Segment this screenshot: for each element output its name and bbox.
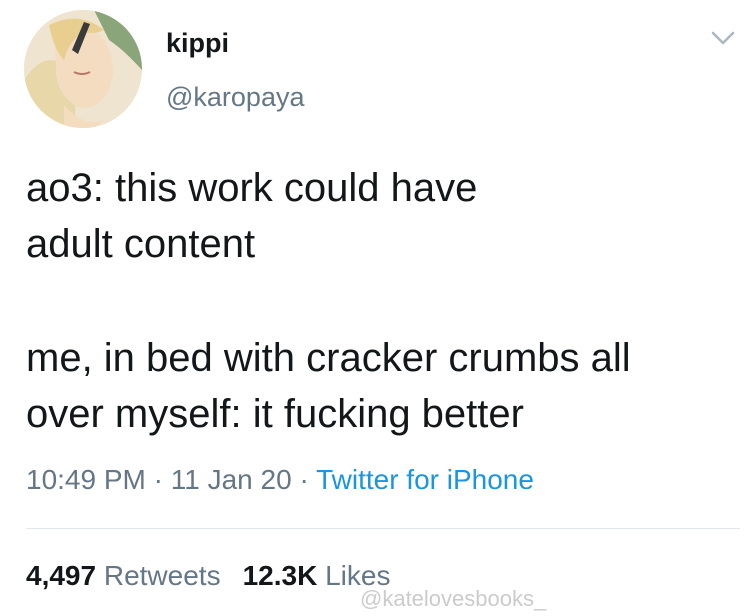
tweet-text: ao3: this work could have adult content … bbox=[26, 160, 736, 442]
tweet-text-line: me, in bed with cracker crumbs all bbox=[26, 336, 631, 380]
tweet-source-link[interactable]: Twitter for iPhone bbox=[316, 464, 534, 495]
retweets-count: 4,497 bbox=[26, 560, 97, 591]
tweet-meta: 10:49 PM · 11 Jan 20 · Twitter for iPhon… bbox=[26, 464, 534, 496]
chevron-down-icon[interactable] bbox=[710, 28, 736, 48]
tweet-date[interactable]: 11 Jan 20 bbox=[171, 464, 292, 495]
meta-separator: · bbox=[153, 464, 163, 495]
display-name[interactable]: kippi bbox=[166, 28, 229, 59]
tweet-text-line: over myself: it fucking better bbox=[26, 392, 524, 436]
tweet-text-line: ao3: this work could have bbox=[26, 166, 478, 210]
divider bbox=[26, 528, 740, 529]
avatar[interactable] bbox=[24, 10, 142, 128]
tweet-time[interactable]: 10:49 PM bbox=[26, 464, 146, 495]
tweet-text-line: adult content bbox=[26, 222, 256, 266]
likes-count: 12.3K bbox=[242, 560, 318, 591]
retweets-stat[interactable]: 4,497 Retweets bbox=[26, 560, 221, 591]
meta-separator: · bbox=[299, 464, 309, 495]
watermark: @katelovesbooks_ bbox=[360, 586, 547, 611]
retweets-label: Retweets bbox=[103, 560, 221, 591]
avatar-illustration bbox=[24, 10, 142, 128]
user-handle[interactable]: @karopaya bbox=[166, 82, 304, 113]
tweet-stats: 4,497 Retweets 12.3K Likes bbox=[26, 560, 390, 592]
